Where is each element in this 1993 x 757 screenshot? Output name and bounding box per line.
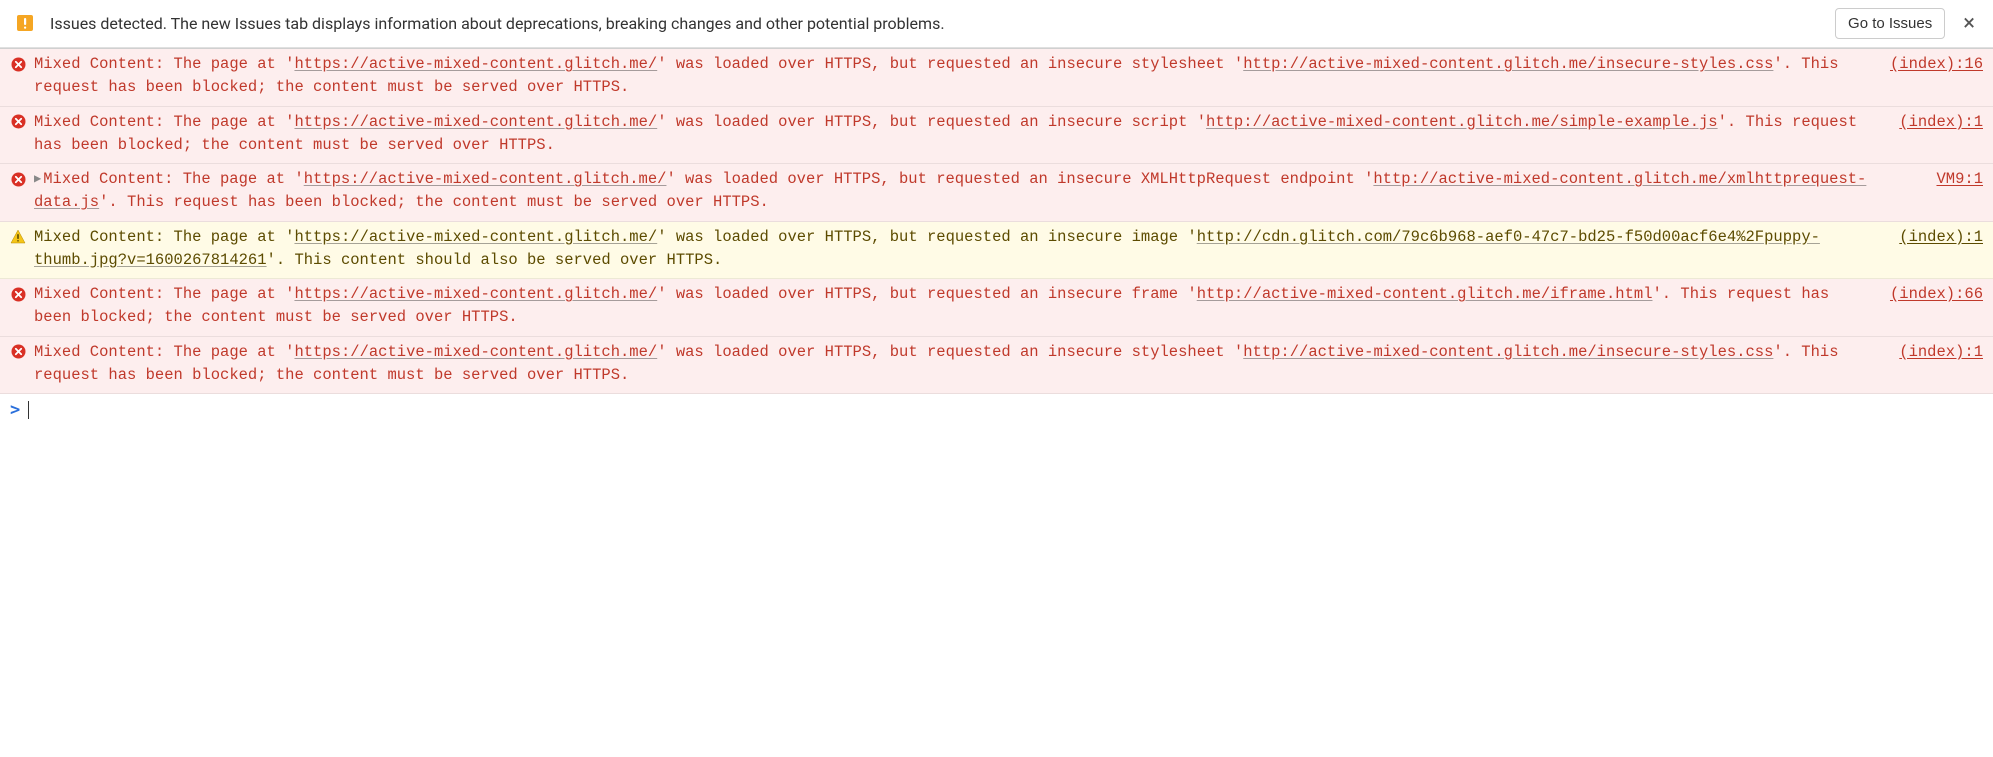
source-location-link[interactable]: (index):16 <box>1890 53 1983 76</box>
page-url-link[interactable]: https://active-mixed-content.glitch.me/ <box>294 285 657 303</box>
source-location-link[interactable]: (index):1 <box>1899 111 1983 134</box>
log-text: Mixed Content: The page at ' <box>34 228 294 246</box>
resource-url-link[interactable]: http://active-mixed-content.glitch.me/si… <box>1206 113 1718 131</box>
page-url-link[interactable]: https://active-mixed-content.glitch.me/ <box>294 343 657 361</box>
console-prompt-row[interactable]: > <box>0 394 1993 426</box>
issues-banner: Issues detected. The new Issues tab disp… <box>0 0 1993 48</box>
console-log-row[interactable]: Mixed Content: The page at 'https://acti… <box>0 337 1993 395</box>
issues-banner-text: Issues detected. The new Issues tab disp… <box>50 14 1821 33</box>
console-log-row[interactable]: Mixed Content: The page at 'https://acti… <box>0 222 1993 280</box>
log-text: Mixed Content: The page at ' <box>43 170 303 188</box>
resource-url-link[interactable]: http://active-mixed-content.glitch.me/in… <box>1243 55 1773 73</box>
console-prompt-caret-icon: > <box>10 400 20 420</box>
error-icon <box>10 56 26 72</box>
console-input[interactable] <box>37 401 1983 419</box>
log-text: '. This request has been blocked; the co… <box>99 193 769 211</box>
log-message: ▶Mixed Content: The page at 'https://act… <box>34 168 1928 215</box>
console-log-row[interactable]: Mixed Content: The page at 'https://acti… <box>0 49 1993 107</box>
console-log-row[interactable]: Mixed Content: The page at 'https://acti… <box>0 107 1993 165</box>
log-text: ' was loaded over HTTPS, but requested a… <box>657 55 1243 73</box>
page-url-link[interactable]: https://active-mixed-content.glitch.me/ <box>294 228 657 246</box>
log-text: ' was loaded over HTTPS, but requested a… <box>657 285 1197 303</box>
console-log-row[interactable]: ▶Mixed Content: The page at 'https://act… <box>0 164 1993 222</box>
log-message: Mixed Content: The page at 'https://acti… <box>34 283 1882 330</box>
log-text: ' was loaded over HTTPS, but requested a… <box>657 343 1243 361</box>
source-location-link[interactable]: (index):66 <box>1890 283 1983 306</box>
error-icon <box>10 171 26 187</box>
expand-arrow-icon[interactable]: ▶ <box>34 170 41 188</box>
source-location-link[interactable]: (index):1 <box>1899 341 1983 364</box>
console-log-row[interactable]: Mixed Content: The page at 'https://acti… <box>0 279 1993 337</box>
resource-url-link[interactable]: http://active-mixed-content.glitch.me/in… <box>1243 343 1773 361</box>
log-message: Mixed Content: The page at 'https://acti… <box>34 111 1891 158</box>
log-text: Mixed Content: The page at ' <box>34 55 294 73</box>
log-message: Mixed Content: The page at 'https://acti… <box>34 341 1891 388</box>
source-location-link[interactable]: (index):1 <box>1899 226 1983 249</box>
source-location-link[interactable]: VM9:1 <box>1936 168 1983 191</box>
error-icon <box>10 114 26 130</box>
log-text: ' was loaded over HTTPS, but requested a… <box>657 113 1206 131</box>
close-issues-banner-icon[interactable]: × <box>1959 13 1979 35</box>
go-to-issues-button[interactable]: Go to Issues <box>1835 8 1945 39</box>
log-text: '. This content should also be served ov… <box>267 251 723 269</box>
log-text: ' was loaded over HTTPS, but requested a… <box>657 228 1197 246</box>
error-icon <box>10 344 26 360</box>
page-url-link[interactable]: https://active-mixed-content.glitch.me/ <box>294 55 657 73</box>
warning-icon <box>10 229 26 245</box>
log-message: Mixed Content: The page at 'https://acti… <box>34 53 1882 100</box>
log-text: ' was loaded over HTTPS, but requested a… <box>666 170 1373 188</box>
log-text: Mixed Content: The page at ' <box>34 343 294 361</box>
log-text: Mixed Content: The page at ' <box>34 113 294 131</box>
page-url-link[interactable]: https://active-mixed-content.glitch.me/ <box>304 170 667 188</box>
log-message: Mixed Content: The page at 'https://acti… <box>34 226 1891 273</box>
console-log-pane: Mixed Content: The page at 'https://acti… <box>0 48 1993 394</box>
resource-url-link[interactable]: http://active-mixed-content.glitch.me/if… <box>1197 285 1653 303</box>
issues-warning-icon <box>14 13 36 35</box>
console-cursor <box>28 401 29 419</box>
page-url-link[interactable]: https://active-mixed-content.glitch.me/ <box>294 113 657 131</box>
error-icon <box>10 286 26 302</box>
log-text: Mixed Content: The page at ' <box>34 285 294 303</box>
